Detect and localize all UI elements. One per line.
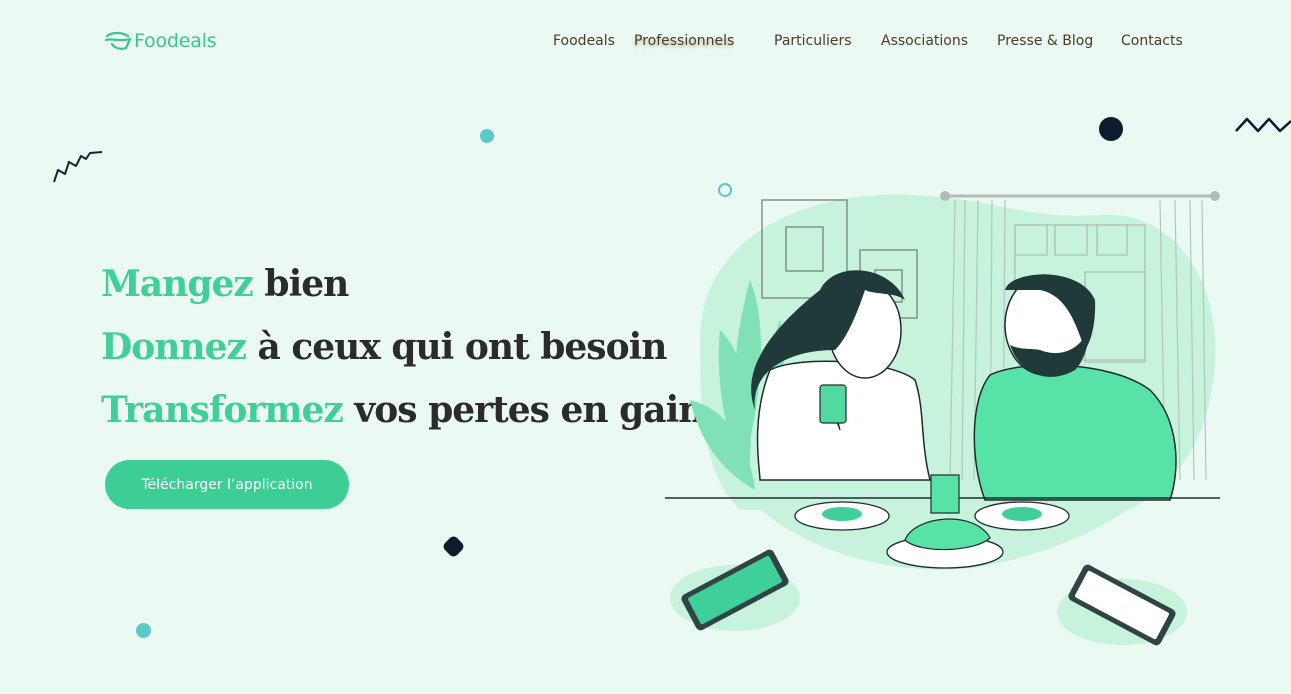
headline-accent-word: Donnez [101, 326, 247, 368]
headline-accent-word: Mangez [101, 263, 254, 305]
nav-link-foodeals[interactable]: Foodeals [553, 33, 615, 49]
nav-link-particuliers[interactable]: Particuliers [774, 33, 852, 49]
dot-decoration [1099, 117, 1123, 141]
nav-link-contacts[interactable]: Contacts [1121, 33, 1183, 49]
headline-text: vos pertes en gain [342, 389, 704, 431]
main-navigation: Foodeals Professionnels Particuliers Ass… [0, 33, 1291, 53]
diamond-decoration [441, 534, 466, 559]
nav-link-presse-blog[interactable]: Presse & Blog [997, 33, 1093, 49]
headline-line-2: Donnez à ceux qui ont besoin [101, 321, 703, 384]
drink-glass-icon [930, 474, 960, 514]
curtain-rod-end [1210, 191, 1220, 201]
hero-headline: Mangez bien Donnez à ceux qui ont besoin… [101, 258, 704, 447]
download-app-button[interactable]: Télécharger l’application [105, 460, 349, 509]
headline-text: bien [252, 263, 349, 305]
dot-decoration [480, 129, 494, 143]
food-icon [1002, 507, 1042, 521]
zigzag-decoration-icon [53, 151, 103, 183]
food-icon [822, 507, 862, 521]
headline-line-3: Transformez vos pertes en gain [101, 384, 704, 447]
headline-line-1: Mangez bien [101, 258, 703, 321]
nav-link-professionnels[interactable]: Professionnels [634, 33, 734, 49]
hero-illustration [665, 191, 1220, 646]
nav-link-associations[interactable]: Associations [881, 33, 968, 49]
curtain-rod-end [940, 191, 950, 201]
zigzag-decoration-icon [1235, 117, 1291, 133]
dot-decoration [136, 623, 151, 638]
drink-glass-icon [819, 384, 847, 424]
headline-accent-word: Transformez [101, 389, 344, 431]
headline-text: à ceux qui ont besoin [245, 326, 667, 368]
